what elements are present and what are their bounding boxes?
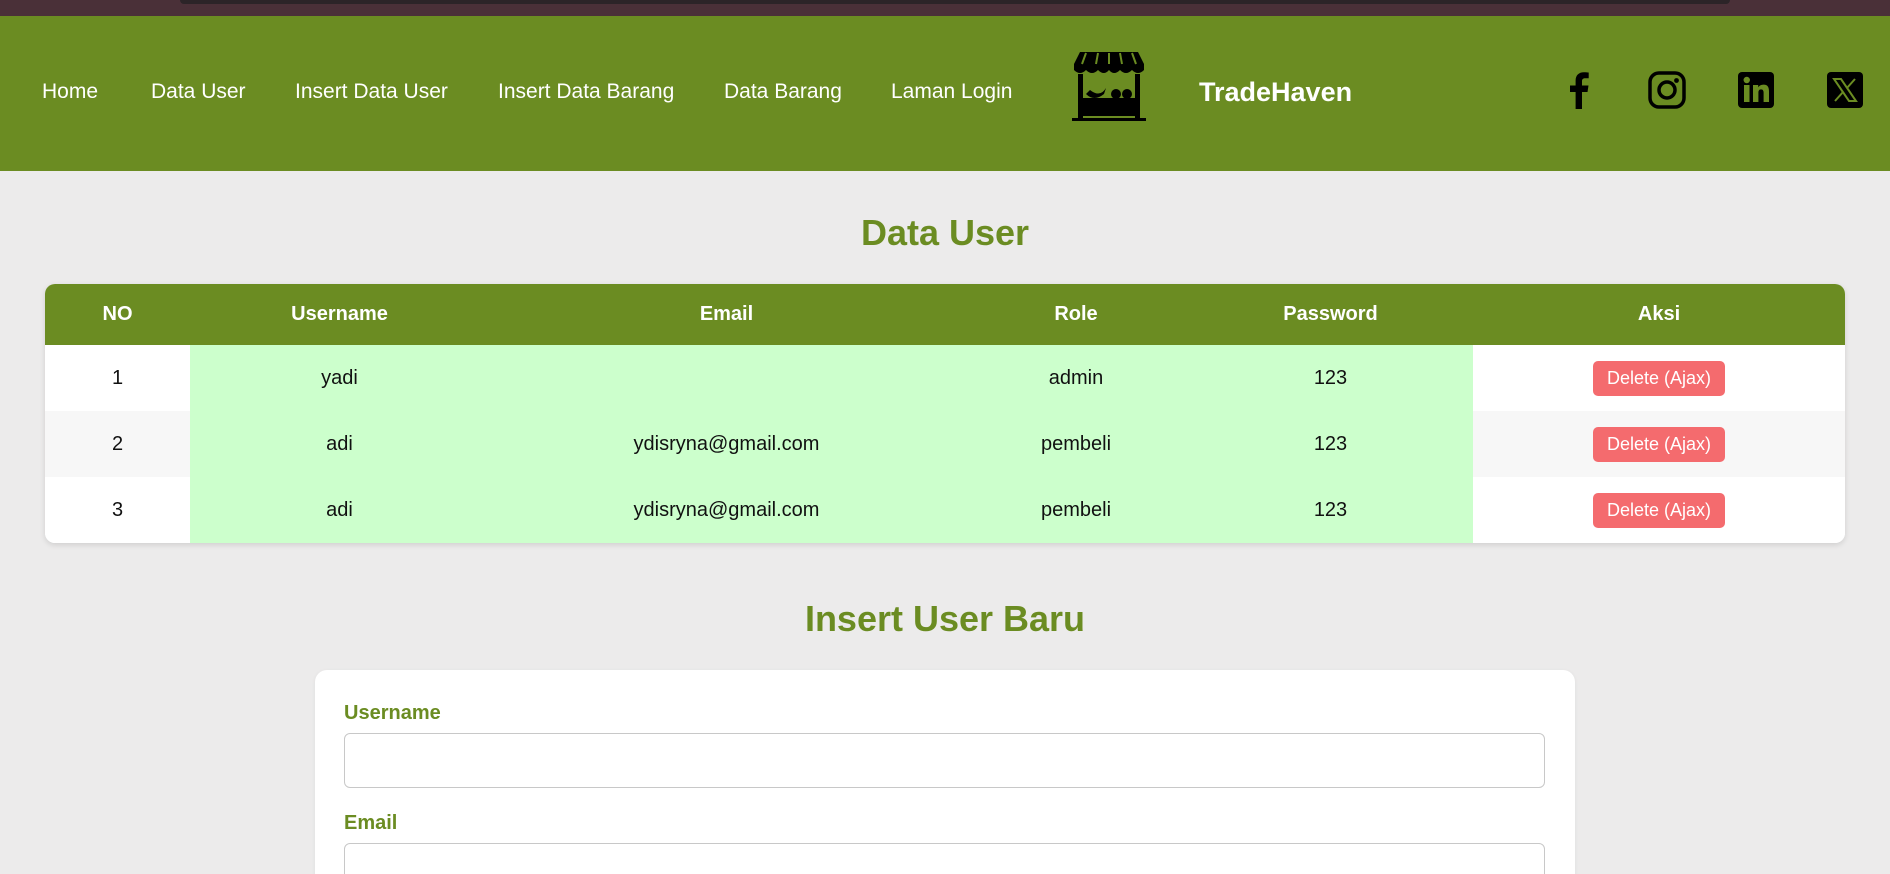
column-header-password: Password — [1283, 303, 1378, 325]
cell-email: ydisryna@gmail.com — [489, 411, 964, 477]
cell-password: 123 — [1188, 345, 1473, 411]
nav-home[interactable]: Home — [42, 80, 98, 104]
column-header-role: Role — [1054, 303, 1098, 325]
cell-password: 123 — [1188, 477, 1473, 543]
linkedin-icon[interactable] — [1737, 71, 1775, 109]
username-input[interactable] — [344, 733, 1545, 788]
nav-laman-login[interactable]: Laman Login — [891, 80, 1012, 104]
site-header: Home Data User Insert Data User Insert D… — [0, 16, 1890, 171]
cell-role: pembeli — [964, 477, 1188, 543]
table-row: 1 yadi admin 123 Delete (Ajax) — [45, 345, 1845, 411]
cell-username: adi — [190, 477, 489, 543]
cell-aksi: Delete (Ajax) — [1473, 411, 1845, 477]
cell-aksi: Delete (Ajax) — [1473, 477, 1845, 543]
cell-username: yadi — [190, 345, 489, 411]
nav-data-barang[interactable]: Data Barang — [724, 80, 842, 104]
column-header-no: NO — [102, 303, 133, 325]
cell-email: ydisryna@gmail.com — [489, 477, 964, 543]
data-user-title: Data User — [860, 212, 1030, 253]
data-user-table: NO Username Email Role Password Aksi 1 y… — [45, 284, 1845, 543]
cell-username: adi — [190, 411, 489, 477]
column-header-username: Username — [291, 303, 388, 325]
delete-ajax-button[interactable]: Delete (Ajax) — [1592, 426, 1726, 462]
username-label: Username — [344, 702, 441, 724]
facebook-icon[interactable] — [1560, 71, 1598, 109]
cell-no: 3 — [45, 477, 190, 543]
column-header-email: Email — [699, 303, 754, 325]
email-label: Email — [344, 812, 398, 834]
cell-role: admin — [964, 345, 1188, 411]
browser-top-strip — [0, 0, 1890, 16]
nav-insert-data-barang[interactable]: Insert Data Barang — [498, 80, 674, 104]
insert-user-title: Insert User Baru — [804, 598, 1086, 639]
top-strip-bar — [180, 0, 1730, 4]
cell-email — [489, 345, 964, 411]
table-row: 3 adi ydisryna@gmail.com pembeli 123 Del… — [45, 477, 1845, 543]
cell-no: 2 — [45, 411, 190, 477]
market-stall-icon — [1072, 52, 1146, 121]
cell-role: pembeli — [964, 411, 1188, 477]
insert-user-form: Username Email — [315, 670, 1575, 874]
column-header-aksi: Aksi — [1637, 303, 1681, 325]
nav-insert-data-user[interactable]: Insert Data User — [295, 80, 448, 104]
cell-no: 1 — [45, 345, 190, 411]
cell-aksi: Delete (Ajax) — [1473, 345, 1845, 411]
brand-name: TradeHaven — [1199, 77, 1353, 107]
email-input[interactable] — [344, 843, 1545, 874]
delete-ajax-button[interactable]: Delete (Ajax) — [1592, 492, 1726, 528]
table-row: 2 adi ydisryna@gmail.com pembeli 123 Del… — [45, 411, 1845, 477]
delete-ajax-button[interactable]: Delete (Ajax) — [1592, 360, 1726, 396]
x-twitter-icon[interactable] — [1826, 71, 1864, 109]
nav-data-user[interactable]: Data User — [151, 80, 246, 104]
cell-password: 123 — [1188, 411, 1473, 477]
instagram-icon[interactable] — [1648, 71, 1686, 109]
table-header-row: NO Username Email Role Password Aksi — [45, 284, 1845, 345]
